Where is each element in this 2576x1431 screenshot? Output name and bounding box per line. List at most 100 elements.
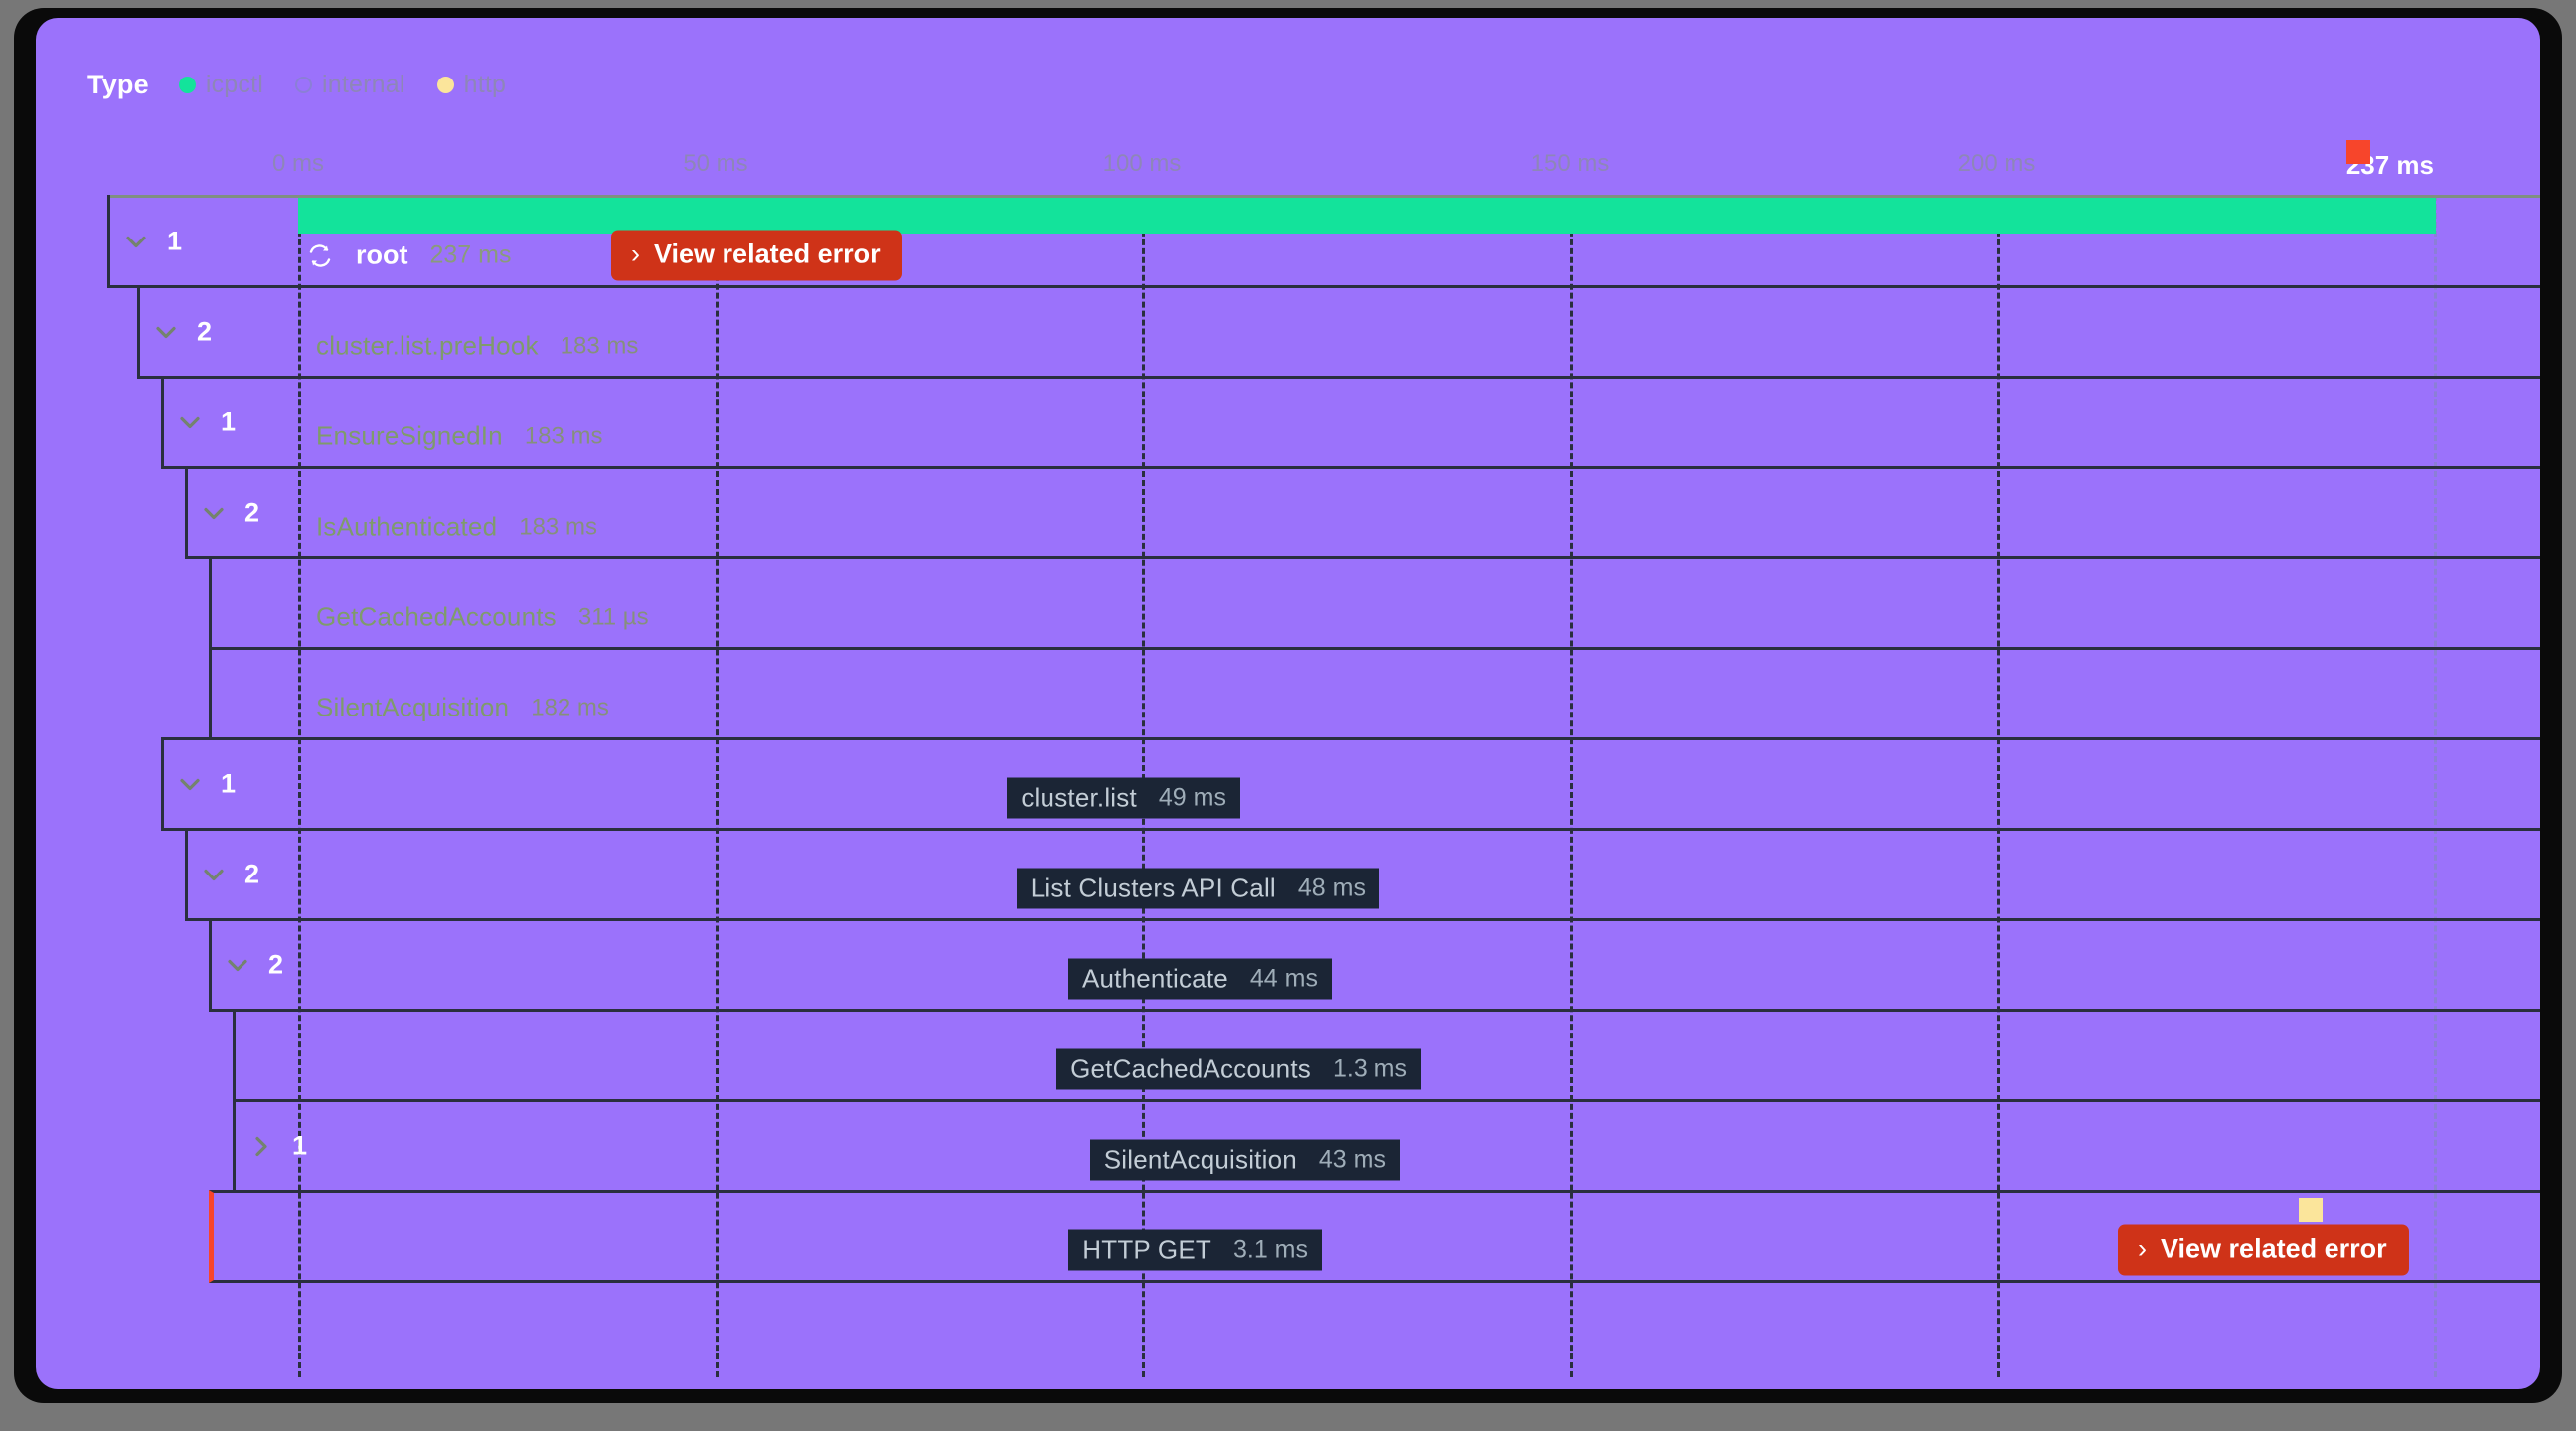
waterfall-row[interactable]: 1 SilentAcquisition 43 ms xyxy=(233,1099,2540,1192)
axis-tick-label: 100 ms xyxy=(1102,150,1182,177)
waterfall-rows: 1 root 237 ms › View related error 2 cluster.l… xyxy=(36,140,2540,1283)
waterfall-row[interactable]: GetCachedAccounts 1.3 ms xyxy=(233,1009,2540,1102)
axis-tick-label: 0 ms xyxy=(271,150,325,177)
row-indent-border xyxy=(233,1099,236,1192)
span-label[interactable]: SilentAcquisition 182 ms xyxy=(316,693,609,723)
chevron-right-icon: › xyxy=(631,238,640,269)
row-indent-border xyxy=(185,466,188,559)
waterfall-row[interactable]: GetCachedAccounts 311 µs xyxy=(209,556,2540,650)
span-duration: 1.3 ms xyxy=(1332,1054,1407,1083)
chevron-down-icon[interactable] xyxy=(125,231,147,252)
axis-tick-label: 200 ms xyxy=(1957,150,2036,177)
span-name: SilentAcquisition xyxy=(316,692,510,722)
span-name: GetCachedAccounts xyxy=(316,601,557,632)
event-marker[interactable] xyxy=(2299,1198,2323,1222)
child-count: 1 xyxy=(221,768,237,799)
view-related-error-label: View related error xyxy=(654,238,881,269)
row-expand-toggle[interactable]: 2 xyxy=(227,951,283,979)
view-related-error-button[interactable]: › View related error xyxy=(611,230,902,281)
waterfall-row[interactable]: 1 cluster.list 49 ms xyxy=(161,737,2540,831)
span-duration: 183 ms xyxy=(560,332,639,360)
waterfall-row[interactable]: 1 EnsureSignedIn 183 ms xyxy=(161,376,2540,469)
span-label[interactable]: IsAuthenticated 183 ms xyxy=(316,512,597,543)
span-duration: 183 ms xyxy=(519,513,597,541)
span-duration: 237 ms xyxy=(429,240,512,269)
span-name: List Clusters API Call xyxy=(1030,873,1276,903)
span-label[interactable]: EnsureSignedIn 183 ms xyxy=(316,421,603,452)
row-indent-border xyxy=(161,376,164,469)
chevron-down-icon[interactable] xyxy=(179,411,201,433)
legend-item-icpctl[interactable]: icpctl xyxy=(178,70,263,99)
legend-dot-icpctl xyxy=(178,76,196,93)
span-name: cluster.list xyxy=(1021,782,1137,813)
view-related-error-button[interactable]: › View related error xyxy=(2118,1224,2409,1276)
span-name: HTTP GET xyxy=(1082,1234,1211,1265)
span-label[interactable]: GetCachedAccounts 311 µs xyxy=(316,602,649,633)
row-indent-border xyxy=(137,285,140,379)
legend-dot-internal xyxy=(295,76,312,93)
span-label[interactable]: Authenticate 44 ms xyxy=(1067,958,1332,1000)
row-indent-border xyxy=(209,556,212,650)
chevron-down-icon[interactable] xyxy=(203,502,225,524)
span-name: GetCachedAccounts xyxy=(1070,1053,1311,1084)
span-label[interactable]: cluster.list.preHook 183 ms xyxy=(316,331,638,362)
waterfall-row[interactable]: 1 root 237 ms › View related error xyxy=(107,140,2540,288)
row-indent-border xyxy=(209,918,212,1012)
trace-waterfall-panel: Type icpctl internal http 0 ms 50 ms 100 m… xyxy=(36,18,2540,1389)
legend-label-internal: internal xyxy=(322,70,405,98)
span-label[interactable]: cluster.list 49 ms xyxy=(1007,777,1240,819)
row-expand-toggle[interactable]: 2 xyxy=(155,316,213,347)
chevron-down-icon[interactable] xyxy=(155,321,177,343)
duration-bar[interactable] xyxy=(298,198,2436,234)
span-label[interactable]: SilentAcquisition 43 ms xyxy=(1089,1139,1400,1181)
span-label[interactable]: root 237 ms xyxy=(306,240,511,271)
legend-item-internal[interactable]: internal xyxy=(295,71,405,99)
waterfall-row[interactable]: 2 Authenticate 44 ms xyxy=(209,918,2540,1012)
waterfall-row[interactable]: 2 List Clusters API Call 48 ms xyxy=(185,828,2540,921)
child-count: 2 xyxy=(197,316,213,347)
row-expand-toggle[interactable]: 1 xyxy=(179,768,237,799)
time-axis: 0 ms 50 ms 100 ms 150 ms 200 ms 237 ms xyxy=(36,150,2540,186)
span-name: IsAuthenticated xyxy=(316,511,498,542)
span-name: cluster.list.preHook xyxy=(316,330,539,361)
device-frame: Type icpctl internal http 0 ms 50 ms 100 m… xyxy=(14,8,2562,1403)
span-duration: 43 ms xyxy=(1318,1145,1386,1174)
row-indent-border xyxy=(161,737,164,831)
span-label[interactable]: GetCachedAccounts 1.3 ms xyxy=(1056,1048,1421,1090)
waterfall-row[interactable]: 2 IsAuthenticated 183 ms xyxy=(185,466,2540,559)
span-duration: 48 ms xyxy=(1297,874,1366,902)
row-indent-border xyxy=(233,1009,236,1102)
legend-item-http[interactable]: http xyxy=(436,70,507,99)
span-label[interactable]: List Clusters API Call 48 ms xyxy=(1016,868,1379,909)
span-name: root xyxy=(356,239,408,270)
legend-label-http: http xyxy=(463,70,507,98)
retry-icon xyxy=(306,241,334,269)
span-name: Authenticate xyxy=(1081,963,1228,994)
waterfall-row[interactable]: 2 cluster.list.preHook 183 ms xyxy=(137,285,2540,379)
event-marker[interactable] xyxy=(2346,140,2370,164)
legend-title: Type xyxy=(87,69,149,99)
span-name: SilentAcquisition xyxy=(1103,1144,1297,1175)
span-name: EnsureSignedIn xyxy=(316,420,503,451)
chevron-down-icon[interactable] xyxy=(203,864,225,885)
chevron-down-icon[interactable] xyxy=(179,773,201,795)
axis-tick-label: 150 ms xyxy=(1530,150,1610,177)
row-expand-toggle[interactable]: 1 xyxy=(250,1132,307,1160)
span-duration: 182 ms xyxy=(531,694,609,721)
row-expand-toggle[interactable]: 1 xyxy=(179,408,236,436)
waterfall-row[interactable]: SilentAcquisition 182 ms xyxy=(209,647,2540,740)
row-expand-toggle[interactable]: 2 xyxy=(203,499,259,527)
span-label[interactable]: HTTP GET 3.1 ms xyxy=(1068,1229,1322,1271)
row-expand-toggle[interactable]: 2 xyxy=(203,859,260,889)
child-count: 2 xyxy=(244,859,260,889)
span-duration: 44 ms xyxy=(1249,964,1318,993)
chevron-right-icon[interactable] xyxy=(250,1135,272,1157)
view-related-error-label: View related error xyxy=(2161,1233,2387,1264)
row-indent-border xyxy=(107,195,110,288)
legend-label-icpctl: icpctl xyxy=(205,70,263,98)
chevron-down-icon[interactable] xyxy=(227,954,248,976)
row-expand-toggle[interactable]: 1 xyxy=(125,228,182,255)
row-indent-border xyxy=(185,828,188,921)
waterfall-row[interactable]: HTTP GET 3.1 ms › View related error xyxy=(209,1190,2540,1283)
span-duration: 3.1 ms xyxy=(1232,1235,1308,1264)
